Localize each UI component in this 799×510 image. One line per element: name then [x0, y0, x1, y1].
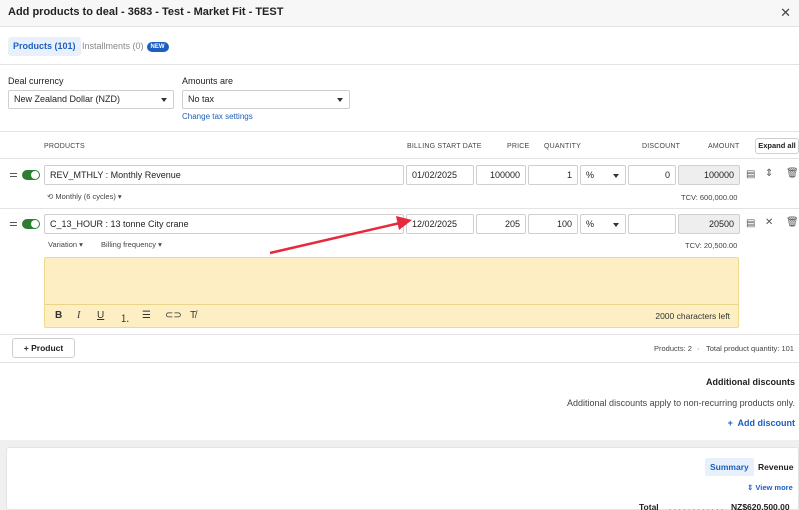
annotation-arrow-head [396, 216, 412, 230]
add-products-dialog: Add products to deal - 3683 - Test - Mar… [0, 0, 799, 510]
annotation-arrow-line [269, 221, 401, 255]
annotation-arrow [269, 216, 412, 255]
